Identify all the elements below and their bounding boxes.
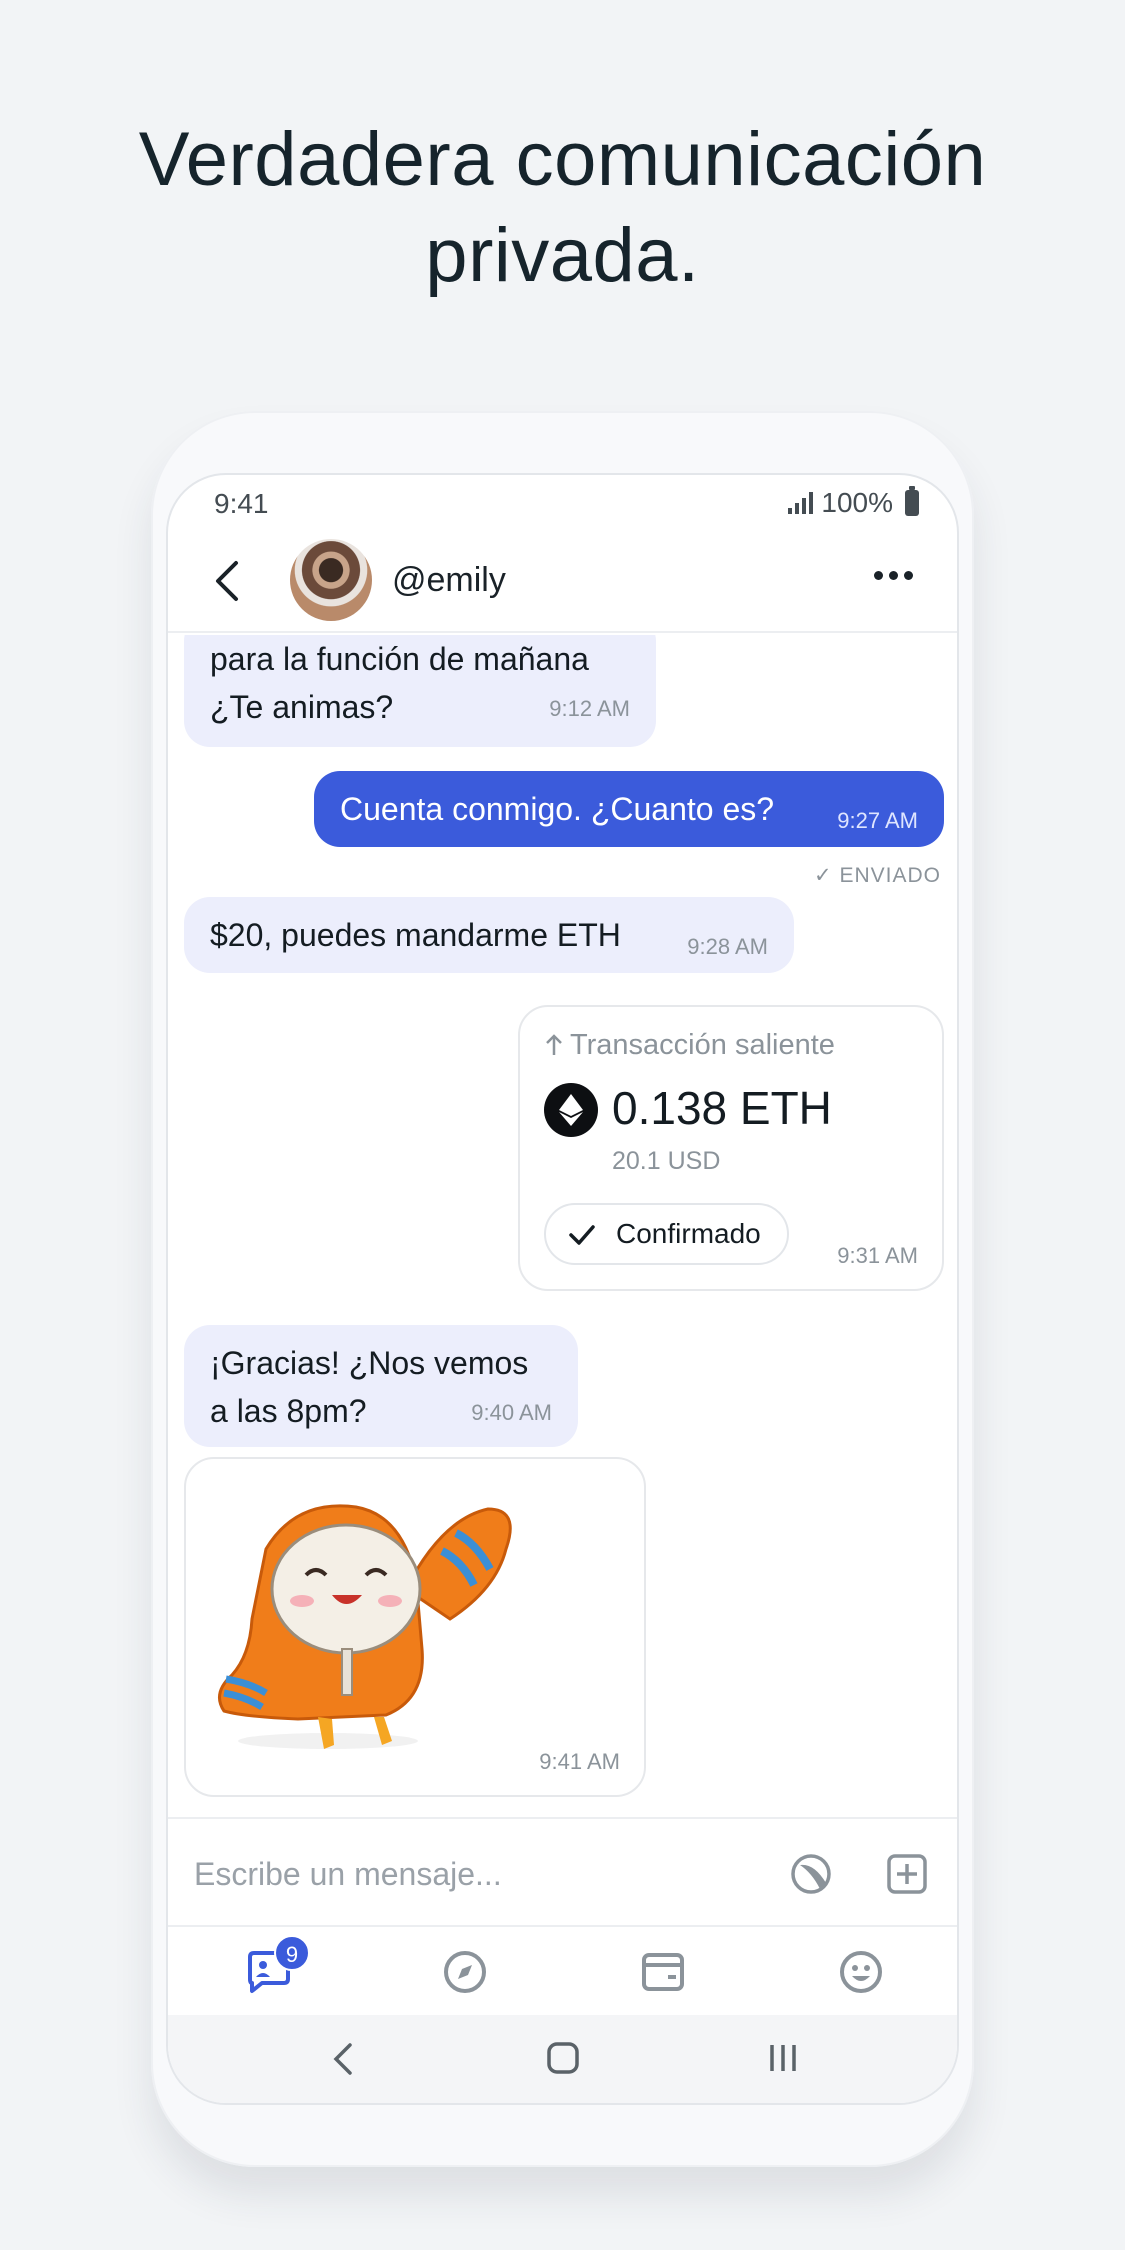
nav-recents-icon[interactable] xyxy=(766,2041,800,2075)
wallet-icon[interactable] xyxy=(638,1947,688,1997)
message-time: 9:27 AM xyxy=(837,808,918,833)
message-text: $20, puedes mandarme ETH xyxy=(210,917,621,953)
ethereum-icon xyxy=(544,1083,598,1137)
status-right: 100% xyxy=(788,486,919,519)
status-bar: 9:41 100% xyxy=(168,475,957,531)
message-incoming: $20, puedes mandarme ETH 9:28 AM xyxy=(184,897,794,973)
message-time: 9:28 AM xyxy=(687,934,768,959)
message-incoming: para la función de mañana ¿Te animas? 9:… xyxy=(184,635,656,747)
chats-badge: 9 xyxy=(274,1935,310,1971)
transaction-card[interactable]: Transacción saliente 0.138 ETH 20.1 USD … xyxy=(518,1005,944,1291)
signal-icon xyxy=(788,492,814,514)
battery-icon xyxy=(905,486,919,516)
headline-line-2: privada. xyxy=(425,213,700,298)
transaction-direction: Transacción saliente xyxy=(544,1029,835,1062)
compass-icon[interactable] xyxy=(440,1947,490,1997)
back-icon[interactable] xyxy=(208,559,248,603)
tab-bar: 9 xyxy=(168,1929,957,2015)
phone-screen: 9:41 100% @emily para la función de maña… xyxy=(166,473,959,2105)
contact-handle[interactable]: @emily xyxy=(392,561,506,600)
message-time: 9:40 AM xyxy=(471,1400,552,1425)
sticker-icon[interactable] xyxy=(790,1853,832,1895)
avatar[interactable] xyxy=(290,539,372,621)
message-text: Cuenta conmigo. ¿Cuanto es? xyxy=(340,791,775,827)
check-icon xyxy=(569,1225,595,1245)
emoji-icon[interactable] xyxy=(836,1947,886,1997)
message-text: ¿Te animas? 9:12 AM xyxy=(210,683,630,731)
sent-status: ✓ ENVIADO xyxy=(814,864,941,887)
message-time: 9:31 AM xyxy=(837,1243,918,1268)
arrow-up-icon xyxy=(546,1034,562,1055)
message-list[interactable]: para la función de mañana ¿Te animas? 9:… xyxy=(168,635,957,1815)
plus-icon[interactable] xyxy=(886,1853,928,1895)
headline: Verdadera comunicación privada. xyxy=(0,112,1125,304)
battery-percent: 100% xyxy=(821,487,893,518)
message-incoming: ¡Gracias! ¿Nos vemos a las 8pm? 9:40 AM xyxy=(184,1325,578,1447)
nav-home-icon[interactable] xyxy=(546,2041,580,2075)
status-time: 9:41 xyxy=(214,488,269,519)
sticker-message[interactable]: 9:41 AM xyxy=(184,1457,646,1797)
chat-header: @emily xyxy=(168,531,957,633)
message-text: a las 8pm? 9:40 AM xyxy=(210,1387,552,1435)
message-text: ¡Gracias! ¿Nos vemos xyxy=(210,1345,529,1381)
transaction-amount: 0.138 ETH xyxy=(612,1082,832,1134)
headline-line-1: Verdadera comunicación xyxy=(138,117,987,202)
message-outgoing: Cuenta conmigo. ¿Cuanto es? 9:27 AM xyxy=(314,771,944,847)
system-nav-bar xyxy=(168,2015,957,2103)
confirmed-badge: Confirmado xyxy=(544,1203,789,1265)
composer xyxy=(168,1817,957,1927)
nav-back-icon[interactable] xyxy=(328,2041,358,2077)
message-text: para la función de mañana xyxy=(210,641,589,677)
message-time: 9:41 AM xyxy=(539,1749,620,1774)
message-time: 9:12 AM xyxy=(549,696,630,721)
mascot-sticker xyxy=(218,1504,512,1749)
transaction-fiat: 20.1 USD xyxy=(612,1147,721,1175)
more-icon[interactable] xyxy=(874,571,913,580)
message-input[interactable] xyxy=(194,1839,714,1909)
